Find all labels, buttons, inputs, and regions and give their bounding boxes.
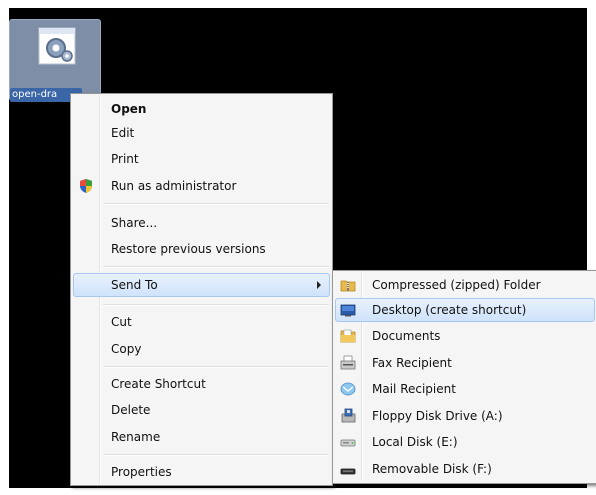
send-to-submenu: Compressed (zipped) Folder Desktop (crea…	[332, 270, 596, 484]
desktop-icon	[340, 304, 356, 317]
submenu-arrow-icon	[317, 281, 321, 289]
menu-item-cut[interactable]: Cut	[73, 310, 330, 334]
menu-item-label: Edit	[111, 126, 135, 140]
menu-separator	[103, 454, 329, 456]
menu-item-rename[interactable]: Rename	[73, 425, 330, 449]
menu-item-label: Share...	[111, 216, 158, 230]
menu-item-label: Send To	[111, 278, 158, 292]
menu-item-label: Create Shortcut	[111, 377, 206, 391]
menu-item-send-to[interactable]: Send To	[73, 273, 330, 297]
floppy-drive-icon	[341, 408, 356, 423]
menu-item-properties[interactable]: Properties	[73, 460, 330, 484]
send-to-floppy-drive[interactable]: Floppy Disk Drive (A:)	[335, 404, 595, 428]
send-to-local-disk[interactable]: Local Disk (E:)	[335, 430, 595, 454]
menu-item-label: Open	[111, 102, 147, 116]
desktop-file-icon[interactable]: open-dra	[9, 19, 101, 102]
menu-item-label: Documents	[372, 329, 441, 343]
menu-item-label: Floppy Disk Drive (A:)	[372, 409, 503, 423]
menu-item-label: Properties	[111, 465, 172, 479]
menu-item-label: Compressed (zipped) Folder	[372, 278, 541, 292]
zip-folder-icon	[340, 280, 356, 292]
menu-item-label: Local Disk (E:)	[372, 435, 458, 449]
send-to-fax-recipient[interactable]: Fax Recipient	[335, 351, 595, 375]
send-to-desktop[interactable]: Desktop (create shortcut)	[335, 298, 595, 322]
menu-item-run-as-administrator[interactable]: Run as administrator	[73, 174, 330, 198]
menu-item-label: Delete	[111, 403, 151, 417]
menu-item-label: Fax Recipient	[372, 356, 452, 370]
menu-item-label: Print	[111, 152, 139, 166]
documents-folder-icon	[340, 329, 356, 343]
menu-item-label: Cut	[111, 315, 132, 329]
menu-item-share[interactable]: Share...	[73, 211, 330, 235]
mail-icon	[340, 382, 356, 396]
menu-item-open[interactable]: Open	[73, 97, 330, 121]
menu-item-label: Rename	[111, 430, 161, 444]
menu-item-edit[interactable]: Edit	[73, 121, 330, 145]
send-to-documents[interactable]: Documents	[335, 324, 595, 348]
menu-item-label: Restore previous versions	[111, 242, 266, 256]
send-to-mail-recipient[interactable]: Mail Recipient	[335, 377, 595, 401]
menu-item-label: Run as administrator	[111, 179, 237, 193]
menu-item-label: Desktop (create shortcut)	[372, 303, 527, 317]
menu-item-restore-previous-versions[interactable]: Restore previous versions	[73, 237, 330, 261]
settings-file-icon	[38, 27, 76, 65]
uac-shield-icon	[80, 179, 92, 193]
menu-item-label: Copy	[111, 342, 142, 356]
menu-item-label: Removable Disk (F:)	[372, 462, 492, 476]
menu-separator	[103, 266, 329, 268]
send-to-removable-disk[interactable]: Removable Disk (F:)	[335, 457, 595, 481]
menu-item-copy[interactable]: Copy	[73, 337, 330, 361]
hard-disk-icon	[340, 439, 356, 447]
menu-separator	[103, 203, 329, 205]
send-to-compressed-folder[interactable]: Compressed (zipped) Folder	[335, 273, 595, 297]
menu-item-print[interactable]: Print	[73, 147, 330, 171]
menu-item-label: Mail Recipient	[372, 382, 456, 396]
menu-item-delete[interactable]: Delete	[73, 398, 330, 422]
menu-item-create-shortcut[interactable]: Create Shortcut	[73, 372, 330, 396]
removable-disk-icon	[340, 468, 356, 475]
context-menu: Open Edit Print Run as administrator Sha…	[70, 93, 333, 486]
menu-separator	[103, 304, 329, 306]
fax-icon	[340, 355, 356, 370]
menu-separator	[103, 366, 329, 368]
